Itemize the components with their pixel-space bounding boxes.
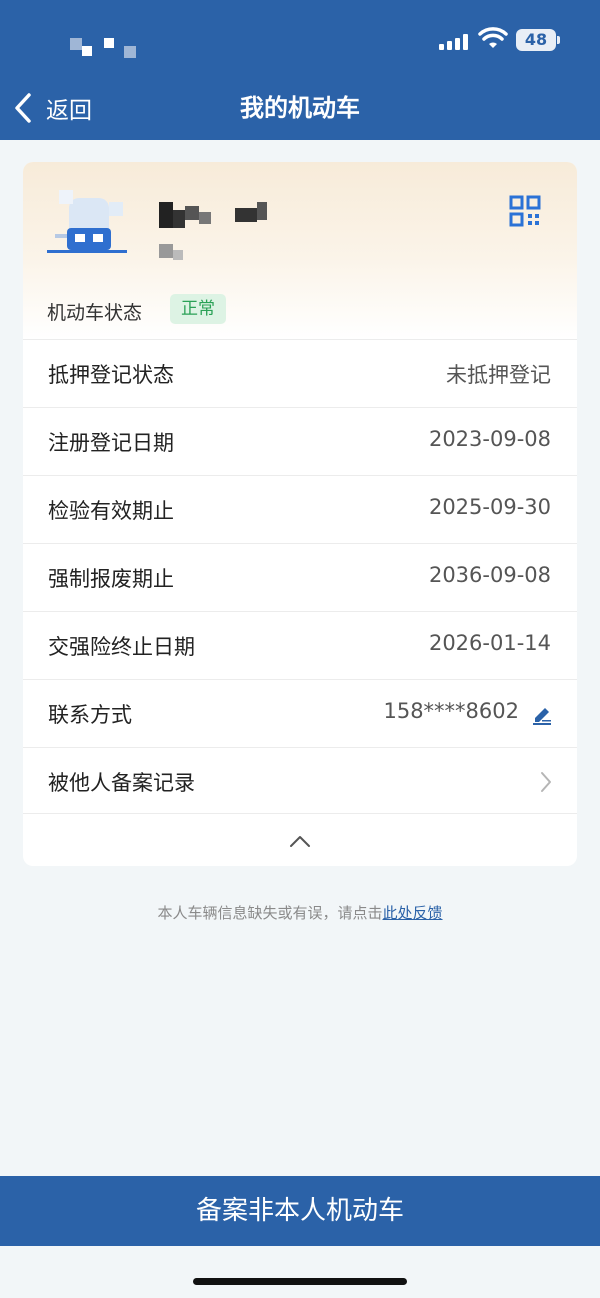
battery-icon: 48 [516,29,556,51]
vehicle-card: 机动车状态 正常 抵押登记状态 未抵押登记 注册登记日期 2023-09-08 … [23,162,577,866]
row-filing-records[interactable]: 被他人备案记录 [23,747,577,815]
signal-icon [439,34,473,50]
edit-icon[interactable] [531,704,553,726]
row-value: 2023-09-08 [428,427,551,451]
home-indicator[interactable] [193,1278,407,1285]
row-label: 注册登记日期 [48,431,174,455]
row-label: 强制报废期止 [48,567,174,591]
row-value: 2026-01-14 [428,631,551,655]
feedback-hint: 本人车辆信息缺失或有误，请点击此处反馈 [0,902,600,923]
row-label: 被他人备案记录 [48,771,195,795]
row-contact: 联系方式 158****8602 [23,679,577,747]
collapse-button[interactable] [23,813,577,866]
row-mortgage-status: 抵押登记状态 未抵押登记 [23,339,577,407]
wifi-icon [478,27,508,48]
row-value: 2036-09-08 [428,563,551,587]
chevron-right-icon [541,772,551,792]
row-label: 联系方式 [48,703,132,727]
qr-code-icon[interactable] [509,195,541,227]
feedback-link[interactable]: 此处反馈 [383,904,443,922]
row-label: 交强险终止日期 [48,635,195,659]
register-other-vehicle-button[interactable]: 备案非本人机动车 [0,1176,600,1246]
nav-bar: 返回 我的机动车 [0,80,600,140]
row-value: 未抵押登记 [446,363,551,387]
row-registration-date: 注册登记日期 2023-09-08 [23,407,577,475]
feedback-text: 本人车辆信息缺失或有误，请点击 [157,904,383,922]
phone-number: 158****8602 [383,699,519,723]
header-bar: 48 返回 我的机动车 [0,0,600,140]
status-bar: 48 [0,0,600,80]
status-badge: 正常 [170,294,226,324]
row-label: 抵押登记状态 [48,363,174,387]
row-scrap-deadline: 强制报废期止 2036-09-08 [23,543,577,611]
page-title: 我的机动车 [240,94,360,122]
row-value: 2025-09-30 [428,495,551,519]
row-inspection-valid-until: 检验有效期止 2025-09-30 [23,475,577,543]
vehicle-status-label: 机动车状态 [47,302,143,324]
car-icon [47,190,127,253]
row-insurance-end-date: 交强险终止日期 2026-01-14 [23,611,577,679]
battery-tip [557,36,560,44]
vehicle-card-header: 机动车状态 正常 [23,162,577,339]
row-label: 检验有效期止 [48,499,174,523]
chevron-up-icon [290,836,310,847]
